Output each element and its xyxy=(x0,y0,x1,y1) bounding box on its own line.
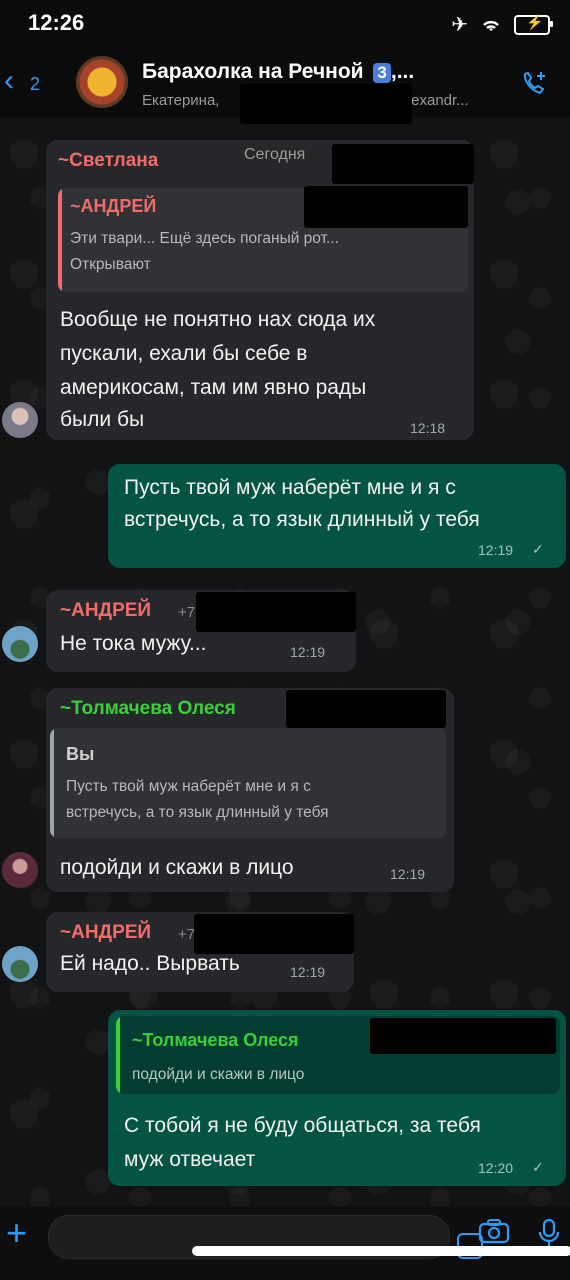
number-badge: 3 xyxy=(373,63,391,83)
quote-text: подойди и скажи в лицо xyxy=(132,1066,305,1083)
chevron-left-icon[interactable]: ‹ xyxy=(4,66,14,96)
avatar[interactable] xyxy=(2,852,38,888)
redaction xyxy=(196,592,356,632)
redaction xyxy=(304,186,468,228)
avatar[interactable] xyxy=(2,402,38,438)
wifi-icon xyxy=(483,20,499,31)
quote-text: встречусь, а то язык длинный у тебя xyxy=(66,804,329,821)
member-first: Екатерина, xyxy=(142,92,220,109)
message-text: Не тока мужу... xyxy=(60,632,207,655)
sent-check-icon: ✓ xyxy=(532,541,544,557)
home-indicator xyxy=(192,1246,570,1256)
message-text: были бы xyxy=(60,408,145,431)
plus-icon[interactable]: + xyxy=(6,1212,27,1254)
quote-bar xyxy=(58,188,62,292)
message-text: встречусь, а то язык длинный у тебя xyxy=(124,508,480,531)
quote-text: Открывают xyxy=(70,256,151,273)
composer-bar: + xyxy=(0,1206,570,1280)
redaction xyxy=(370,1018,556,1054)
quote-bar xyxy=(116,1016,120,1094)
message-text: подойди и скажи в лицо xyxy=(60,856,294,879)
group-avatar[interactable] xyxy=(76,56,128,108)
sender-name[interactable]: ~Светлана xyxy=(58,150,158,172)
sender-phone: +7 xyxy=(178,604,196,621)
message-time: 12:18 xyxy=(410,420,446,436)
quote-bar xyxy=(50,728,54,838)
chat-header: ‹ 2 Барахолка на Речной 3,... Екатерина,… xyxy=(0,44,570,124)
redaction xyxy=(286,690,446,728)
message-time: 12:19 xyxy=(290,644,326,660)
sender-phone: +7 xyxy=(178,926,196,943)
group-name: Барахолка на Речной xyxy=(142,60,364,83)
message-text: америкосам, там им явно рады xyxy=(60,376,367,399)
quote-sender: ~Толмачева Олеся xyxy=(132,1030,299,1050)
message-text: пускали, ехали бы себе в xyxy=(60,342,308,365)
unread-back-count[interactable]: 2 xyxy=(30,74,40,95)
date-chip: Сегодня xyxy=(232,144,318,166)
quote-text: Эти твари... Ещё здесь поганый рот... xyxy=(70,230,339,247)
sender-name[interactable]: ~Толмачева Олеся xyxy=(60,698,236,720)
sender-name[interactable]: ~АНДРЕЙ xyxy=(60,922,151,944)
status-time: 12:26 xyxy=(28,10,85,35)
battery-icon: ⚡ xyxy=(514,14,553,35)
message-text: С тобой я не буду общаться, за тебя xyxy=(124,1114,481,1137)
status-bar: 12:26 ✈ ⚡ xyxy=(0,0,570,44)
reply-quote[interactable]: Вы Пусть твой муж наберёт мне и я с встр… xyxy=(50,728,446,838)
airplane-icon: ✈ xyxy=(451,14,468,36)
redaction xyxy=(240,84,412,124)
message-time: 12:20 xyxy=(478,1160,514,1176)
message-time: 12:19 xyxy=(390,866,426,882)
add-call-icon[interactable] xyxy=(520,70,548,105)
status-icons: ✈ ⚡ xyxy=(451,12,553,37)
sent-check-icon: ✓ xyxy=(532,1159,544,1175)
avatar[interactable] xyxy=(2,946,38,982)
redaction xyxy=(332,144,474,184)
quote-sender: Вы xyxy=(66,744,95,764)
group-title[interactable]: Барахолка на Речной 3,... xyxy=(142,60,414,84)
quote-sender: ~АНДРЕЙ xyxy=(70,196,157,216)
group-title-ellipsis: ,... xyxy=(390,60,415,83)
message-text: муж отвечает xyxy=(124,1148,256,1171)
message-text: Пусть твой муж наберёт мне и я с xyxy=(124,476,456,499)
quote-text: Пусть твой муж наберёт мне и я с xyxy=(66,778,311,795)
avatar[interactable] xyxy=(2,626,38,662)
message-text: Вообще не понятно нах сюда их xyxy=(60,308,376,331)
message-time: 12:19 xyxy=(478,542,514,558)
message-text: Ей надо.. Вырвать xyxy=(60,952,240,975)
message-time: 12:19 xyxy=(290,964,326,980)
sender-name[interactable]: ~АНДРЕЙ xyxy=(60,600,151,622)
